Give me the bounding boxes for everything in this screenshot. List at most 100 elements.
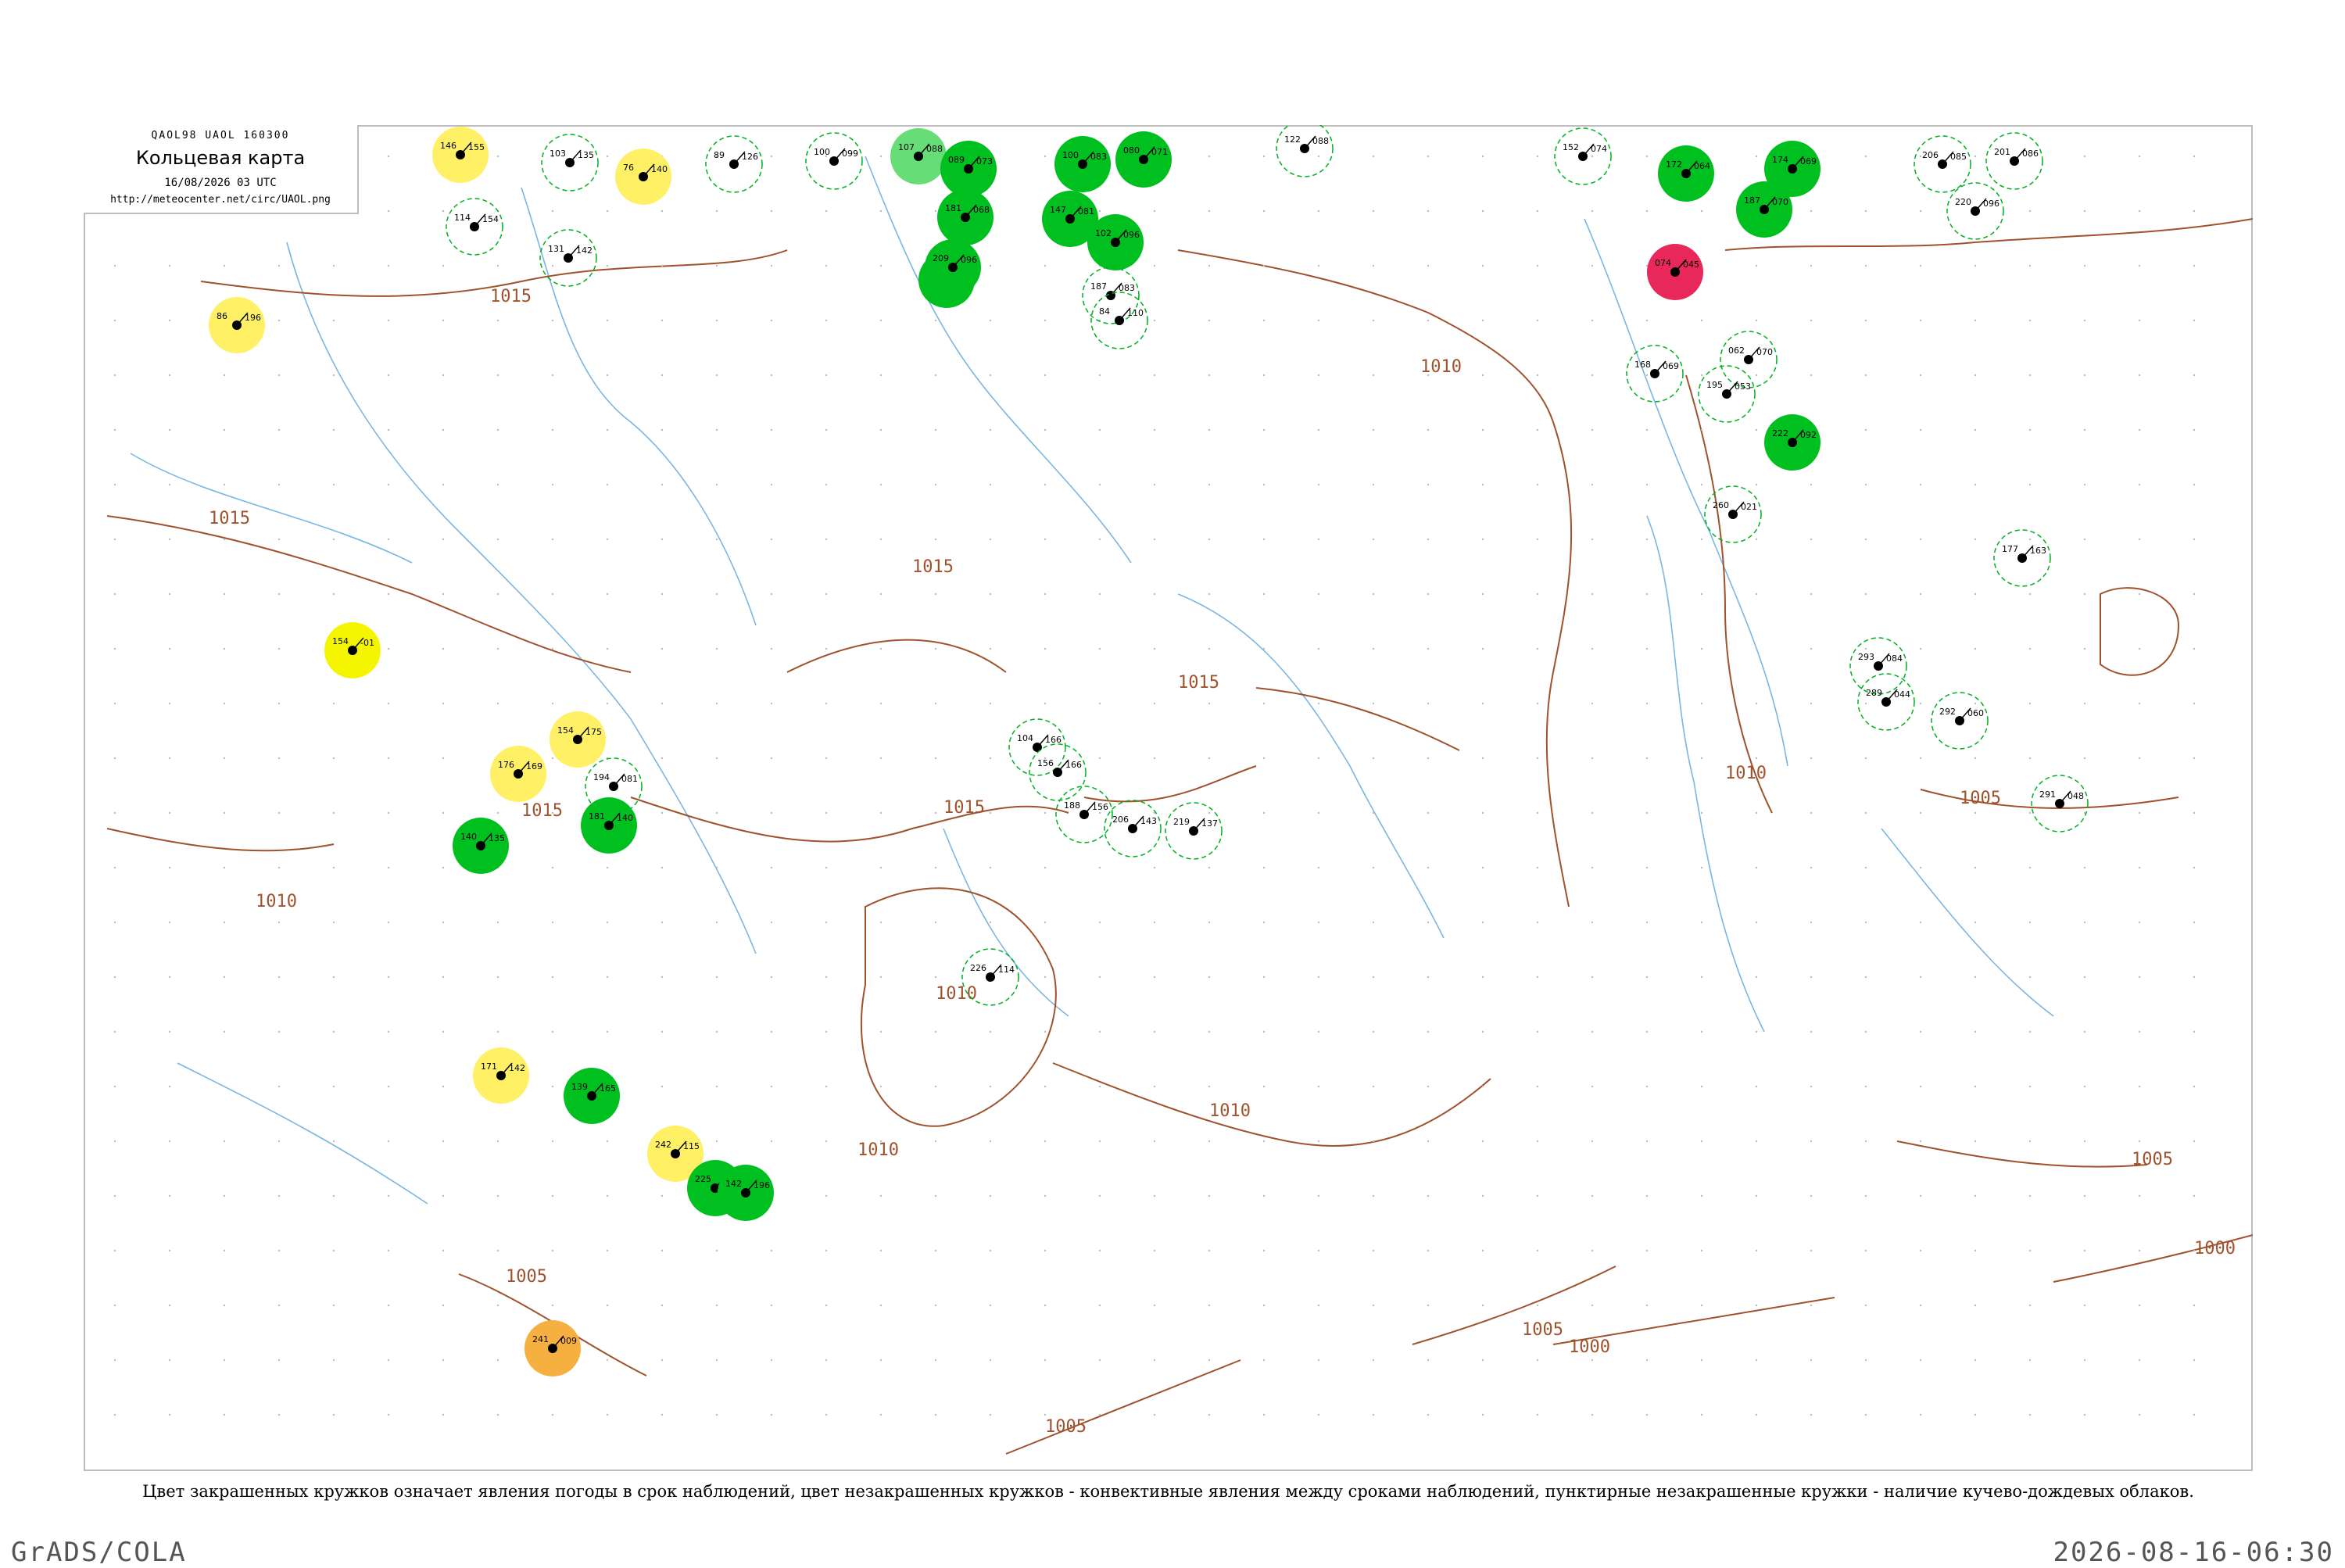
- station-plot[interactable]: 209 096: [925, 239, 981, 295]
- station-plot[interactable]: 89 126: [705, 135, 763, 193]
- grid-dot: [387, 1030, 390, 1033]
- grid-dot: [442, 1085, 445, 1088]
- station-temperature: 226: [970, 963, 986, 973]
- synoptic-map[interactable]: 1015 1015 1015 1015 1015 1015 1010 1010 …: [84, 125, 2253, 1471]
- station-plot[interactable]: 114 154: [446, 198, 503, 256]
- grid-dot: [1481, 483, 1484, 486]
- grid-dot: [1317, 374, 1320, 377]
- grid-dot: [770, 702, 773, 705]
- station-plot[interactable]: 100 083: [1054, 136, 1111, 192]
- grid-dot: [1536, 483, 1539, 486]
- grid-dot: [1372, 1249, 1375, 1252]
- station-plot[interactable]: 140 135: [453, 818, 509, 874]
- grid-dot: [277, 921, 281, 924]
- grid-dot: [1810, 374, 1813, 377]
- station-pressure: 021: [1741, 502, 1757, 512]
- station-plot[interactable]: 292 060: [1931, 692, 1989, 750]
- station-plot[interactable]: 080 071: [1115, 131, 1172, 188]
- station-pressure: 143: [1140, 816, 1157, 826]
- grid-dot: [606, 1359, 609, 1362]
- grid-dot: [715, 702, 718, 705]
- station-plot[interactable]: 168 069: [1626, 345, 1684, 403]
- station-plot[interactable]: 241 009: [524, 1320, 581, 1376]
- grid-dot: [551, 1030, 554, 1033]
- grid-dot: [1810, 647, 1813, 650]
- grid-dot: [661, 811, 664, 814]
- station-plot[interactable]: 154 -01: [324, 622, 381, 678]
- grid-dot: [496, 483, 499, 486]
- station-plot[interactable]: 291 048: [2031, 775, 2089, 832]
- grid-dot: [1700, 976, 1703, 979]
- station-plot[interactable]: 131 142: [539, 229, 597, 287]
- grid-dot: [1864, 483, 1867, 486]
- station-plot[interactable]: 195 053: [1698, 365, 1756, 423]
- station-temperature: 292: [1939, 707, 1956, 717]
- station-plot[interactable]: 107 088: [890, 128, 947, 184]
- station-plot[interactable]: 219 137: [1165, 802, 1223, 860]
- grid-dot: [1645, 1194, 1649, 1197]
- grid-dot: [1919, 483, 1922, 486]
- station-temperature: 139: [571, 1082, 588, 1092]
- grid-dot: [1700, 1304, 1703, 1307]
- station-plot[interactable]: 206 085: [1914, 135, 1971, 193]
- station-plot[interactable]: 171 142: [473, 1047, 529, 1104]
- station-plot[interactable]: 152 074: [1554, 127, 1612, 185]
- station-pressure: 165: [600, 1083, 616, 1094]
- station-plot[interactable]: 222 092: [1764, 414, 1821, 471]
- station-plot[interactable]: 187 070: [1736, 181, 1792, 238]
- station-plot[interactable]: 172 064: [1658, 145, 1714, 202]
- station-plot[interactable]: 289 044: [1857, 673, 1915, 731]
- station-plot[interactable]: 103 135: [541, 134, 599, 192]
- station-plot[interactable]: 089 073: [940, 141, 997, 197]
- station-plot[interactable]: 146 155: [432, 127, 489, 183]
- station-temperature: 242: [655, 1140, 671, 1150]
- station-plot[interactable]: 122 088: [1276, 125, 1334, 177]
- grid-dot: [661, 921, 664, 924]
- station-plot[interactable]: 86 196: [209, 297, 265, 353]
- station-plot[interactable]: 156 166: [1029, 743, 1087, 801]
- grid-dot: [496, 1030, 499, 1033]
- grid-dot: [442, 647, 445, 650]
- station-plot[interactable]: 139 165: [564, 1068, 620, 1124]
- station-plot[interactable]: 181 068: [937, 189, 993, 245]
- station-pressure: 069: [1663, 361, 1679, 371]
- station-pressure: 070: [1772, 197, 1788, 207]
- grid-dot: [2083, 264, 2086, 267]
- station-plot[interactable]: 181 140: [581, 797, 637, 854]
- station-plot[interactable]: 154 175: [550, 711, 606, 768]
- river: [286, 242, 757, 954]
- grid-dot: [2083, 757, 2086, 760]
- station-plot[interactable]: 220 096: [1946, 182, 2004, 240]
- grid-dot: [1098, 483, 1101, 486]
- grid-dot: [1153, 592, 1156, 596]
- grid-dot: [1755, 1304, 1758, 1307]
- grid-dot: [1098, 1085, 1101, 1088]
- station-plot[interactable]: 062 070: [1720, 331, 1778, 388]
- grid-dot: [1208, 1413, 1211, 1416]
- grid-dot: [606, 976, 609, 979]
- grid-dot: [1591, 264, 1594, 267]
- station-plot[interactable]: 260 021: [1704, 485, 1762, 543]
- grid-dot: [1208, 538, 1211, 541]
- grid-dot: [442, 1030, 445, 1033]
- station-plot[interactable]: 293 084: [1849, 637, 1907, 695]
- grid-dot: [989, 483, 992, 486]
- station-plot[interactable]: 176 169: [490, 746, 546, 802]
- station-plot[interactable]: 102 096: [1087, 214, 1144, 270]
- grid-dot: [1044, 483, 1047, 486]
- station-plot[interactable]: 201 086: [1985, 132, 2043, 190]
- source-url[interactable]: http://meteocenter.net/circ/UAOL.png: [84, 194, 357, 206]
- station-plot[interactable]: 100 099: [805, 132, 863, 190]
- grid-dot: [168, 1249, 171, 1252]
- station-plot[interactable]: 074 045: [1647, 244, 1703, 300]
- grid-dot: [770, 1359, 773, 1362]
- station-plot[interactable]: 188 156: [1055, 786, 1113, 843]
- grid-dot: [1645, 319, 1649, 322]
- station-plot[interactable]: 142 196: [718, 1165, 774, 1221]
- station-plot[interactable]: 206 143: [1104, 800, 1162, 857]
- station-plot[interactable]: 76 140: [615, 149, 671, 205]
- grid-dot: [770, 155, 773, 158]
- grid-dot: [1536, 1413, 1539, 1416]
- station-plot[interactable]: 177 163: [1993, 529, 2051, 587]
- grid-dot: [1755, 702, 1758, 705]
